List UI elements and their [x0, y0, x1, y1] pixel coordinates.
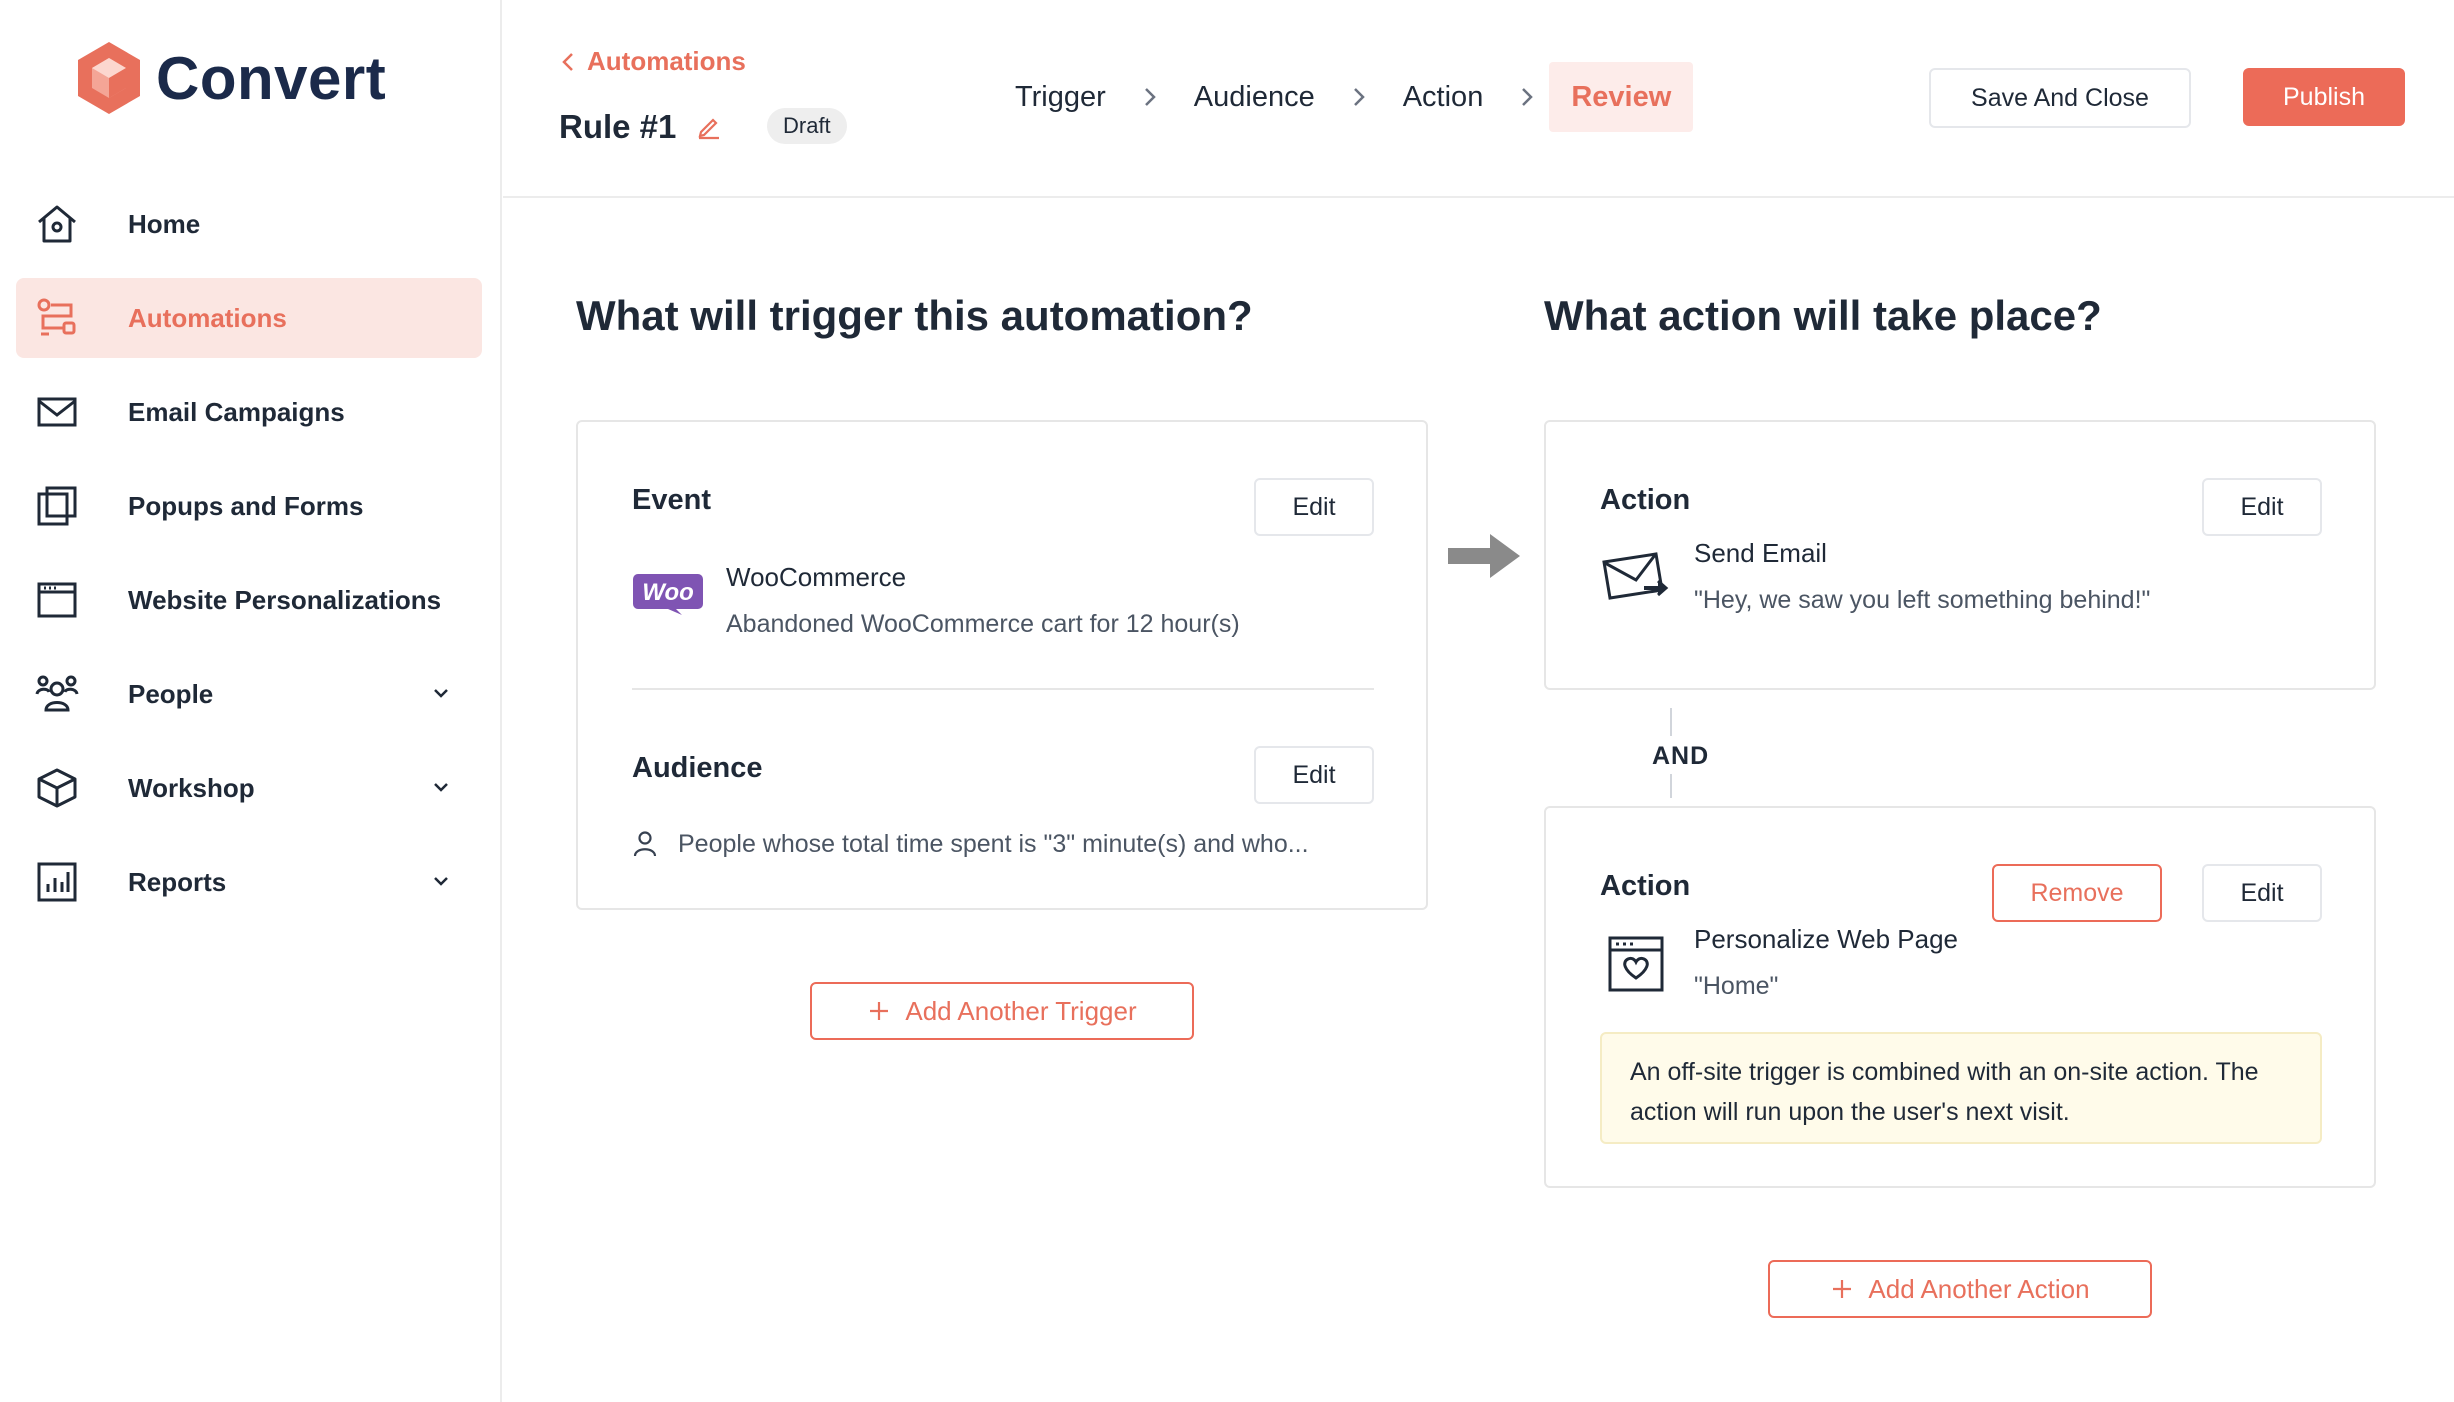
trigger-column-title: What will trigger this automation?: [576, 292, 1253, 339]
arrow-right-icon: [1448, 534, 1520, 578]
chevron-down-icon[interactable]: [430, 776, 452, 798]
sidebar: Convert Home Automations Email Campaigns…: [0, 0, 502, 1402]
add-another-action-button[interactable]: Add Another Action: [1768, 1260, 2152, 1318]
sidebar-item-label: Website Personalizations: [128, 584, 442, 615]
step-review[interactable]: Review: [1549, 62, 1694, 132]
chevron-down-icon[interactable]: [430, 870, 452, 892]
event-source: WooCommerce: [726, 562, 907, 592]
sidebar-item-label: People: [128, 678, 214, 709]
event-description: Abandoned WooCommerce cart for 12 hour(s…: [726, 610, 1240, 638]
action-card-personalize: Action Remove Edit Personalize Web Page …: [1544, 806, 2376, 1188]
plus-icon: [870, 1002, 889, 1020]
bar-chart-icon: [34, 859, 80, 905]
main-nav: Home Automations Email Campaigns Popups …: [16, 184, 482, 936]
personalize-page-icon: [1608, 936, 1664, 992]
remove-action-button[interactable]: Remove: [1992, 864, 2162, 922]
publish-button[interactable]: Publish: [2243, 68, 2405, 126]
edit-action-button[interactable]: Edit: [2202, 864, 2322, 922]
step-action[interactable]: Action: [1381, 62, 1506, 132]
person-icon: [633, 831, 657, 857]
automations-icon: [34, 295, 80, 341]
sidebar-item-home[interactable]: Home: [16, 184, 482, 264]
logo-text: Convert: [156, 44, 387, 112]
back-link-label: Automations: [587, 46, 746, 76]
plus-icon: [1833, 1280, 1852, 1298]
sidebar-item-people[interactable]: People: [16, 654, 482, 734]
event-label: Event: [632, 484, 711, 516]
people-icon: [34, 671, 80, 717]
convert-logo-icon: [78, 42, 140, 114]
browser-window-icon: [34, 577, 80, 623]
edit-event-button[interactable]: Edit: [1254, 478, 1374, 536]
popup-icon: [34, 483, 80, 529]
sidebar-item-label: Email Campaigns: [128, 396, 345, 427]
action-name: Send Email: [1694, 538, 1827, 568]
connector-line: [1670, 708, 1672, 736]
status-badge: Draft: [767, 108, 847, 144]
sidebar-item-label: Workshop: [128, 772, 255, 803]
top-header: Automations Rule #1 Draft Trigger Audien…: [503, 0, 2454, 198]
chevron-right-icon: [1128, 84, 1172, 110]
back-to-automations-link[interactable]: Automations: [559, 46, 746, 77]
chevron-right-icon: [1505, 84, 1549, 110]
action-column-title: What action will take place?: [1544, 292, 2102, 339]
pencil-icon[interactable]: [695, 112, 723, 140]
sidebar-item-label: Home: [128, 208, 201, 239]
woocommerce-logo-text: Woo: [642, 579, 694, 606]
sidebar-item-label: Automations: [128, 302, 287, 333]
sidebar-item-workshop[interactable]: Workshop: [16, 748, 482, 828]
box-icon: [34, 765, 80, 811]
sidebar-item-email-campaigns[interactable]: Email Campaigns: [16, 372, 482, 452]
chevron-down-icon[interactable]: [430, 682, 452, 704]
sidebar-item-label: Reports: [128, 866, 227, 897]
off-site-notice: An off-site trigger is combined with an …: [1600, 1032, 2322, 1144]
home-icon: [34, 201, 80, 247]
action-card-send-email: Action Edit Send Email "Hey, we saw you …: [1544, 420, 2376, 690]
divider: [632, 688, 1374, 690]
save-and-close-button[interactable]: Save And Close: [1929, 68, 2191, 128]
action-detail: "Hey, we saw you left something behind!": [1694, 586, 2151, 614]
sidebar-item-reports[interactable]: Reports: [16, 842, 482, 922]
add-action-label: Add Another Action: [1868, 1273, 2090, 1304]
page-title: Rule #1: [559, 108, 677, 145]
trigger-card: Event Edit Woo WooCommerce Abandoned Woo…: [576, 420, 1428, 910]
action-name: Personalize Web Page: [1694, 924, 1959, 954]
edit-action-button[interactable]: Edit: [2202, 478, 2322, 536]
step-progress: Trigger Audience Action Review: [993, 62, 1694, 132]
step-audience[interactable]: Audience: [1172, 62, 1337, 132]
add-another-trigger-button[interactable]: Add Another Trigger: [810, 982, 1194, 1040]
chevron-left-icon: [562, 52, 573, 71]
audience-description: People whose total time spent is "3" min…: [678, 830, 1309, 858]
add-trigger-label: Add Another Trigger: [905, 995, 1137, 1026]
step-trigger[interactable]: Trigger: [993, 62, 1128, 132]
chevron-right-icon: [1337, 84, 1381, 110]
logo[interactable]: Convert: [76, 38, 386, 118]
sidebar-item-popups-and-forms[interactable]: Popups and Forms: [16, 466, 482, 546]
envelope-icon: [34, 389, 80, 435]
action-label: Action: [1600, 484, 1691, 516]
audience-label: Audience: [632, 752, 763, 784]
sidebar-item-website-personalizations[interactable]: Website Personalizations: [16, 560, 482, 640]
action-detail: "Home": [1694, 972, 1779, 1000]
and-connector: AND: [1652, 742, 1710, 770]
send-email-icon: [1602, 552, 1669, 600]
connector-line: [1670, 774, 1672, 798]
woocommerce-logo-icon: Woo: [633, 574, 703, 615]
edit-audience-button[interactable]: Edit: [1254, 746, 1374, 804]
action-label: Action: [1600, 870, 1691, 902]
sidebar-item-label: Popups and Forms: [128, 490, 364, 521]
sidebar-item-automations[interactable]: Automations: [16, 278, 482, 358]
